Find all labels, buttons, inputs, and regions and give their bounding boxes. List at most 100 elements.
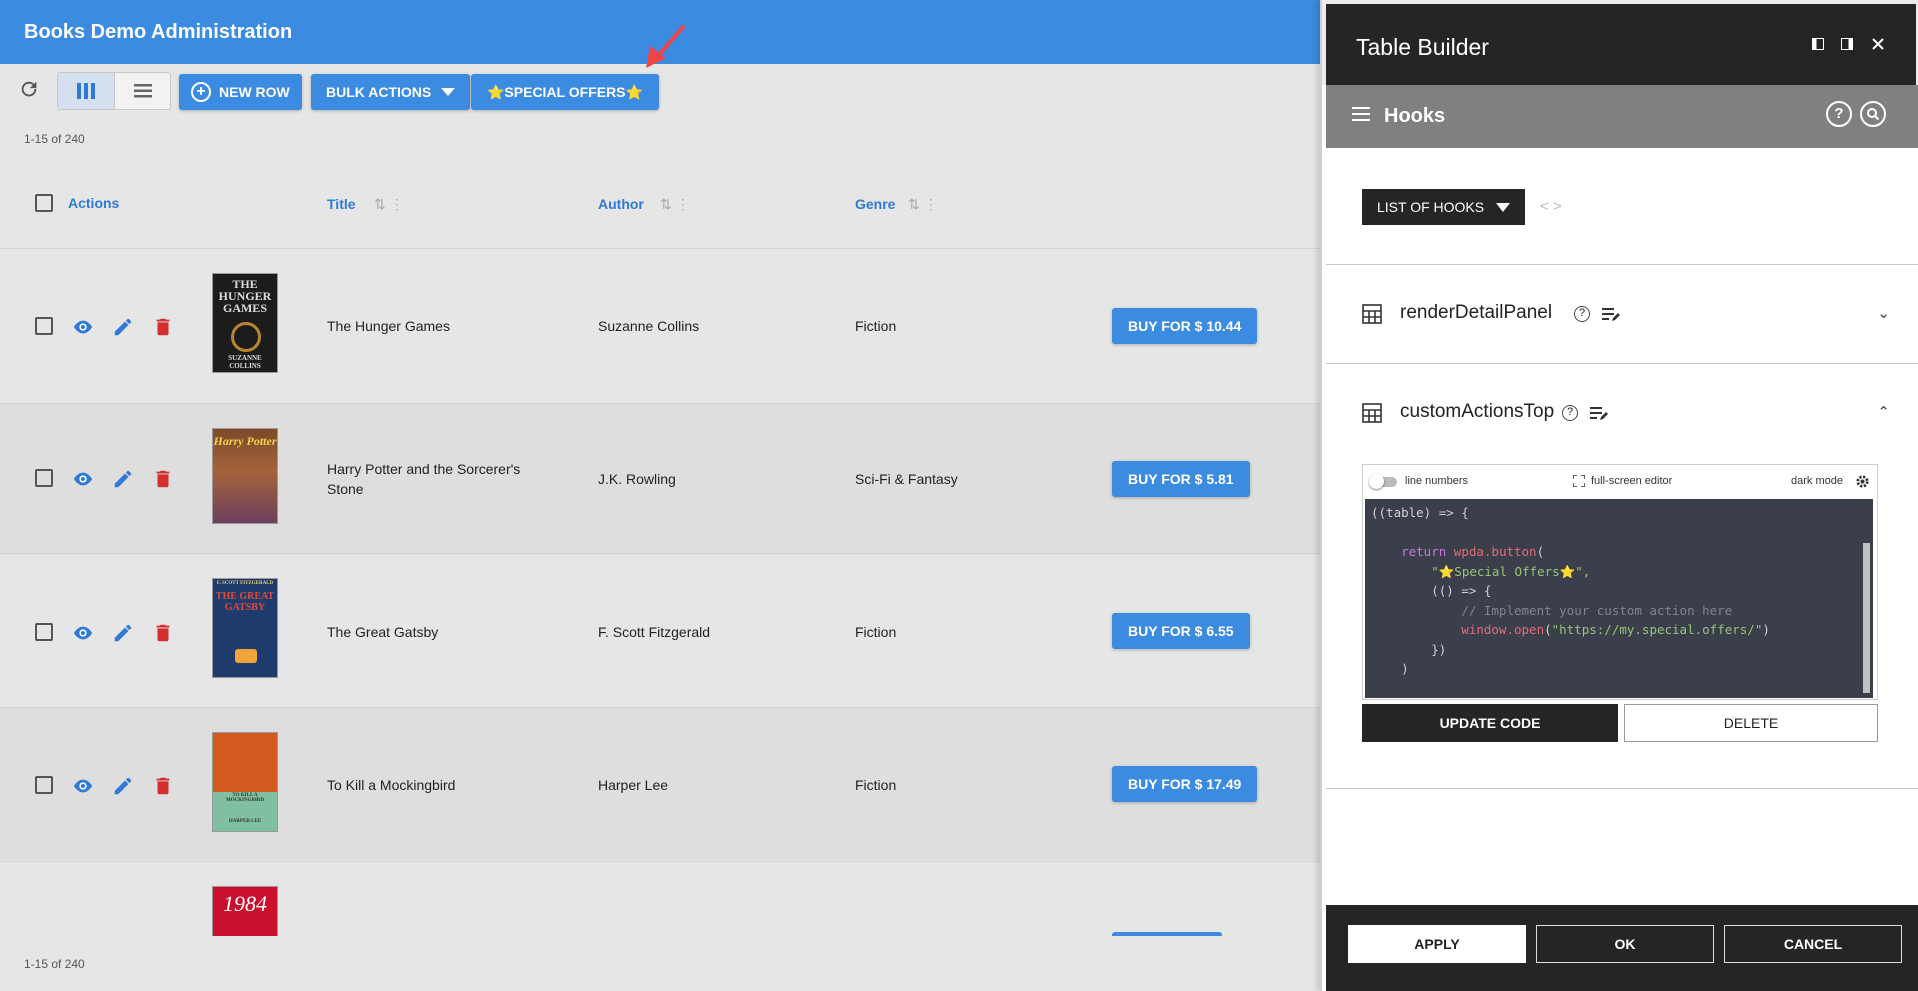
- gear-icon[interactable]: [1855, 474, 1870, 489]
- book-author: F. Scott Fitzgerald: [598, 624, 711, 640]
- trash-icon[interactable]: [152, 775, 174, 797]
- refresh-icon[interactable]: [16, 78, 42, 104]
- grid-header: Actions Title ⇅⋮ Author ⇅⋮ Genre ⇅⋮: [0, 163, 1320, 249]
- book-cover-image: 1984: [212, 886, 278, 936]
- editor-toolbar: line numbers full-screen editor dark mod…: [1363, 465, 1877, 499]
- dock-right-icon[interactable]: [1841, 38, 1853, 50]
- genre-sort-menu-icons[interactable]: ⇅⋮: [908, 196, 942, 213]
- table-icon: [1362, 304, 1382, 324]
- bulk-actions-button[interactable]: BULK ACTIONS: [311, 74, 471, 110]
- table-row: F. SCOTT FITZGERALD THE GREAT GATSBY The…: [0, 554, 1320, 708]
- buy-button[interactable]: [1112, 932, 1222, 936]
- pencil-icon[interactable]: [112, 775, 134, 797]
- book-title: Harry Potter and the Sorcerer's Stone: [327, 461, 521, 497]
- hook-name: renderDetailPanel: [1400, 302, 1553, 323]
- book-title: To Kill a Mockingbird: [327, 777, 456, 793]
- grid-view-button[interactable]: [58, 73, 114, 109]
- apply-button[interactable]: APPLY: [1348, 925, 1526, 963]
- divider: [1326, 363, 1918, 364]
- buy-button[interactable]: BUY FOR $ 17.49: [1112, 766, 1258, 802]
- pencil-icon[interactable]: [112, 622, 134, 644]
- column-title[interactable]: Title: [327, 196, 356, 212]
- row-checkbox[interactable]: [35, 776, 53, 794]
- edit-notes-icon[interactable]: [1602, 307, 1620, 323]
- pencil-icon[interactable]: [112, 316, 134, 338]
- trash-icon[interactable]: [152, 316, 174, 338]
- list-of-hooks-button[interactable]: LIST OF HOOKS: [1362, 189, 1525, 225]
- trash-icon[interactable]: [152, 622, 174, 644]
- caret-down-icon: [441, 88, 456, 96]
- book-genre: Fiction: [855, 777, 897, 793]
- fullscreen-icon[interactable]: [1573, 475, 1585, 487]
- cancel-button[interactable]: CANCEL: [1724, 925, 1902, 963]
- new-row-button[interactable]: + NEW ROW: [179, 74, 302, 110]
- panel-header: Table Builder: [1322, 0, 1918, 85]
- line-numbers-toggle[interactable]: [1369, 474, 1397, 489]
- fullscreen-label[interactable]: full-screen editor: [1591, 475, 1672, 487]
- title-sort-menu-icons[interactable]: ⇅⋮: [374, 196, 408, 213]
- table-icon: [1362, 403, 1382, 423]
- hamburger-menu-icon[interactable]: [1352, 107, 1370, 125]
- pencil-icon[interactable]: [112, 468, 134, 490]
- table-row: 1984: [0, 862, 1320, 936]
- table-builder-panel: Table Builder Hooks ? LIST OF HOOKS < > …: [1320, 0, 1918, 991]
- view-toggle: [57, 72, 171, 110]
- help-icon[interactable]: ?: [1574, 306, 1590, 322]
- buy-button[interactable]: BUY FOR $ 10.44: [1112, 308, 1258, 344]
- columns-icon: [77, 83, 95, 99]
- column-author[interactable]: Author: [598, 196, 644, 212]
- panel-title: Table Builder: [1356, 34, 1489, 60]
- trash-icon[interactable]: [152, 468, 174, 490]
- line-numbers-label: line numbers: [1405, 475, 1468, 487]
- select-all-checkbox[interactable]: [35, 194, 53, 212]
- special-offers-label: ⭐SPECIAL OFFERS⭐: [487, 83, 643, 100]
- dock-left-icon[interactable]: [1812, 38, 1824, 50]
- ok-button[interactable]: OK: [1536, 925, 1714, 963]
- add-circle-icon: +: [191, 82, 211, 102]
- bulk-actions-label: BULK ACTIONS: [326, 84, 432, 100]
- column-genre[interactable]: Genre: [855, 196, 895, 212]
- special-offers-button[interactable]: ⭐SPECIAL OFFERS⭐: [471, 74, 659, 110]
- list-of-hooks-label: LIST OF HOOKS: [1377, 199, 1485, 215]
- code-brackets-icon[interactable]: < >: [1540, 198, 1562, 215]
- divider: [1326, 788, 1918, 789]
- row-checkbox[interactable]: [35, 469, 53, 487]
- book-author: Suzanne Collins: [598, 318, 700, 334]
- code-area[interactable]: ((table) => { return wpda.button( "⭐Spec…: [1365, 499, 1873, 698]
- chevron-up-icon[interactable]: ⌃: [1877, 403, 1890, 421]
- search-icon[interactable]: [1860, 101, 1886, 127]
- hook-render-detail-panel[interactable]: renderDetailPanel ? ⌄: [1362, 299, 1890, 329]
- hooks-subheader: Hooks ?: [1326, 85, 1918, 148]
- chevron-down-icon[interactable]: ⌄: [1877, 304, 1890, 322]
- close-icon[interactable]: [1871, 37, 1885, 51]
- list-view-button[interactable]: [114, 73, 170, 109]
- divider: [1326, 264, 1918, 265]
- book-author: Harper Lee: [598, 777, 669, 793]
- caret-down-icon: [1496, 202, 1511, 212]
- row-checkbox[interactable]: [35, 317, 53, 335]
- eye-icon[interactable]: [72, 316, 94, 338]
- book-cover-image: F. SCOTT FITZGERALD THE GREAT GATSBY: [212, 578, 278, 678]
- buy-button[interactable]: BUY FOR $ 6.55: [1112, 613, 1250, 649]
- new-row-label: NEW ROW: [219, 84, 290, 100]
- red-arrow-icon: [646, 24, 686, 68]
- update-code-button[interactable]: UPDATE CODE: [1362, 704, 1618, 742]
- edit-notes-icon[interactable]: [1590, 406, 1608, 422]
- eye-icon[interactable]: [72, 468, 94, 490]
- book-cover-image: THE HUNGER GAMES SUZANNE COLLINS: [212, 273, 278, 373]
- help-icon[interactable]: ?: [1826, 101, 1852, 127]
- eye-icon[interactable]: [72, 775, 94, 797]
- delete-button[interactable]: DELETE: [1624, 704, 1878, 742]
- eye-icon[interactable]: [72, 622, 94, 644]
- help-icon[interactable]: ?: [1562, 405, 1578, 421]
- table-row: THE HUNGER GAMES SUZANNE COLLINS The Hun…: [0, 250, 1320, 404]
- book-genre: Fiction: [855, 624, 897, 640]
- hook-custom-actions-top[interactable]: customActionsTop ? ⌃: [1362, 398, 1890, 428]
- panel-footer: APPLY OK CANCEL: [1326, 905, 1918, 991]
- editor-scrollbar[interactable]: [1863, 543, 1870, 693]
- author-sort-menu-icons[interactable]: ⇅⋮: [660, 196, 694, 213]
- app-title: Books Demo Administration: [24, 21, 293, 43]
- buy-button[interactable]: BUY FOR $ 5.81: [1112, 461, 1250, 497]
- row-checkbox[interactable]: [35, 623, 53, 641]
- dark-mode-label: dark mode: [1791, 475, 1843, 487]
